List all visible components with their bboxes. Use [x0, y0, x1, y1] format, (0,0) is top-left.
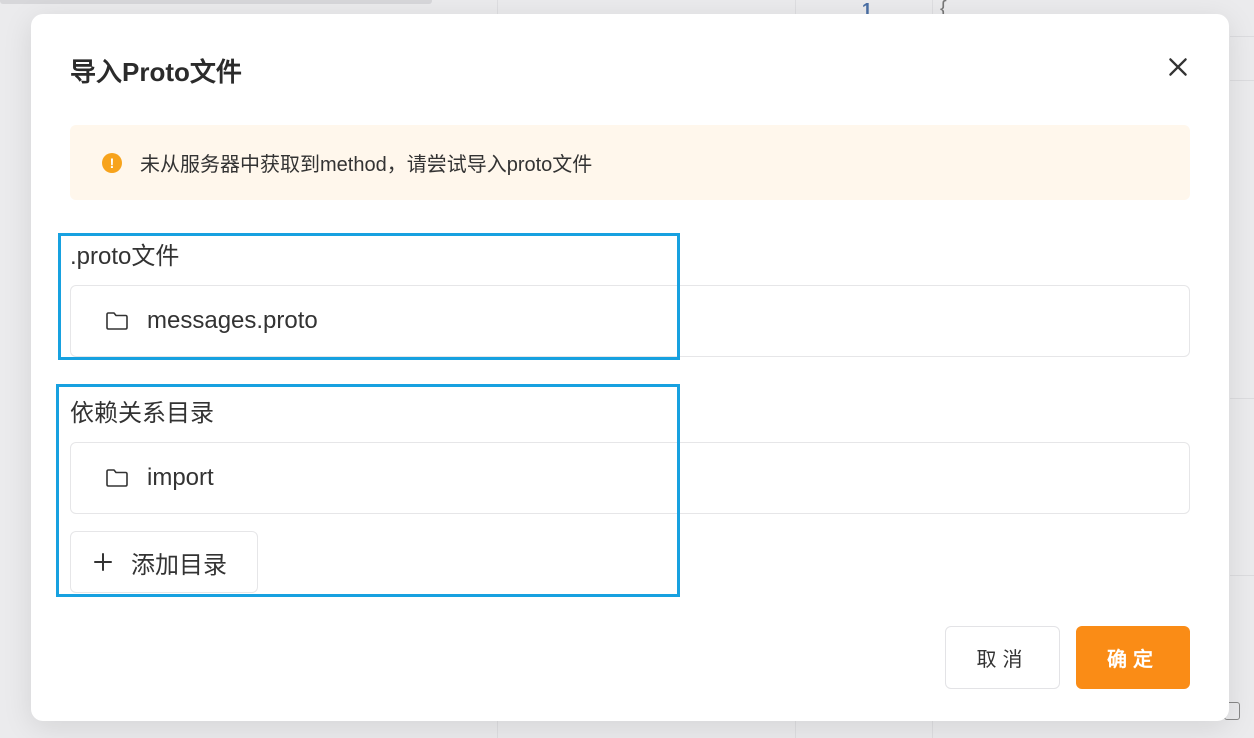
dependency-dir-label: 依赖关系目录	[70, 393, 214, 428]
background-row-line	[1230, 575, 1254, 576]
close-button[interactable]	[1165, 54, 1191, 80]
cancel-button[interactable]: 取消	[945, 626, 1060, 689]
background-row-line	[1230, 80, 1254, 81]
folder-icon	[105, 468, 129, 488]
background-row-line	[1230, 398, 1254, 399]
dialog-title: 导入Proto文件	[70, 52, 242, 89]
confirm-button[interactable]: 确定	[1076, 626, 1190, 689]
background-top-bar	[0, 0, 432, 4]
plus-icon	[93, 552, 113, 572]
alert-message: 未从服务器中获取到method，请尝试导入proto文件	[140, 148, 592, 177]
proto-file-name: messages.proto	[147, 307, 318, 335]
proto-file-label: .proto文件	[70, 236, 179, 271]
warning-alert: ! 未从服务器中获取到method，请尝试导入proto文件	[70, 125, 1190, 200]
exclamation-circle-icon: !	[102, 153, 122, 173]
proto-file-picker[interactable]: messages.proto	[70, 285, 1190, 357]
dependency-dir-name: import	[147, 464, 214, 492]
folder-icon	[105, 311, 129, 331]
dependency-dir-picker[interactable]: import	[70, 442, 1190, 514]
import-proto-dialog: 导入Proto文件 ! 未从服务器中获取到method，请尝试导入proto文件…	[31, 14, 1229, 721]
close-icon	[1165, 54, 1191, 80]
add-directory-button[interactable]: 添加目录	[70, 531, 258, 593]
background-row-line	[1230, 36, 1254, 37]
add-directory-label: 添加目录	[131, 545, 227, 580]
